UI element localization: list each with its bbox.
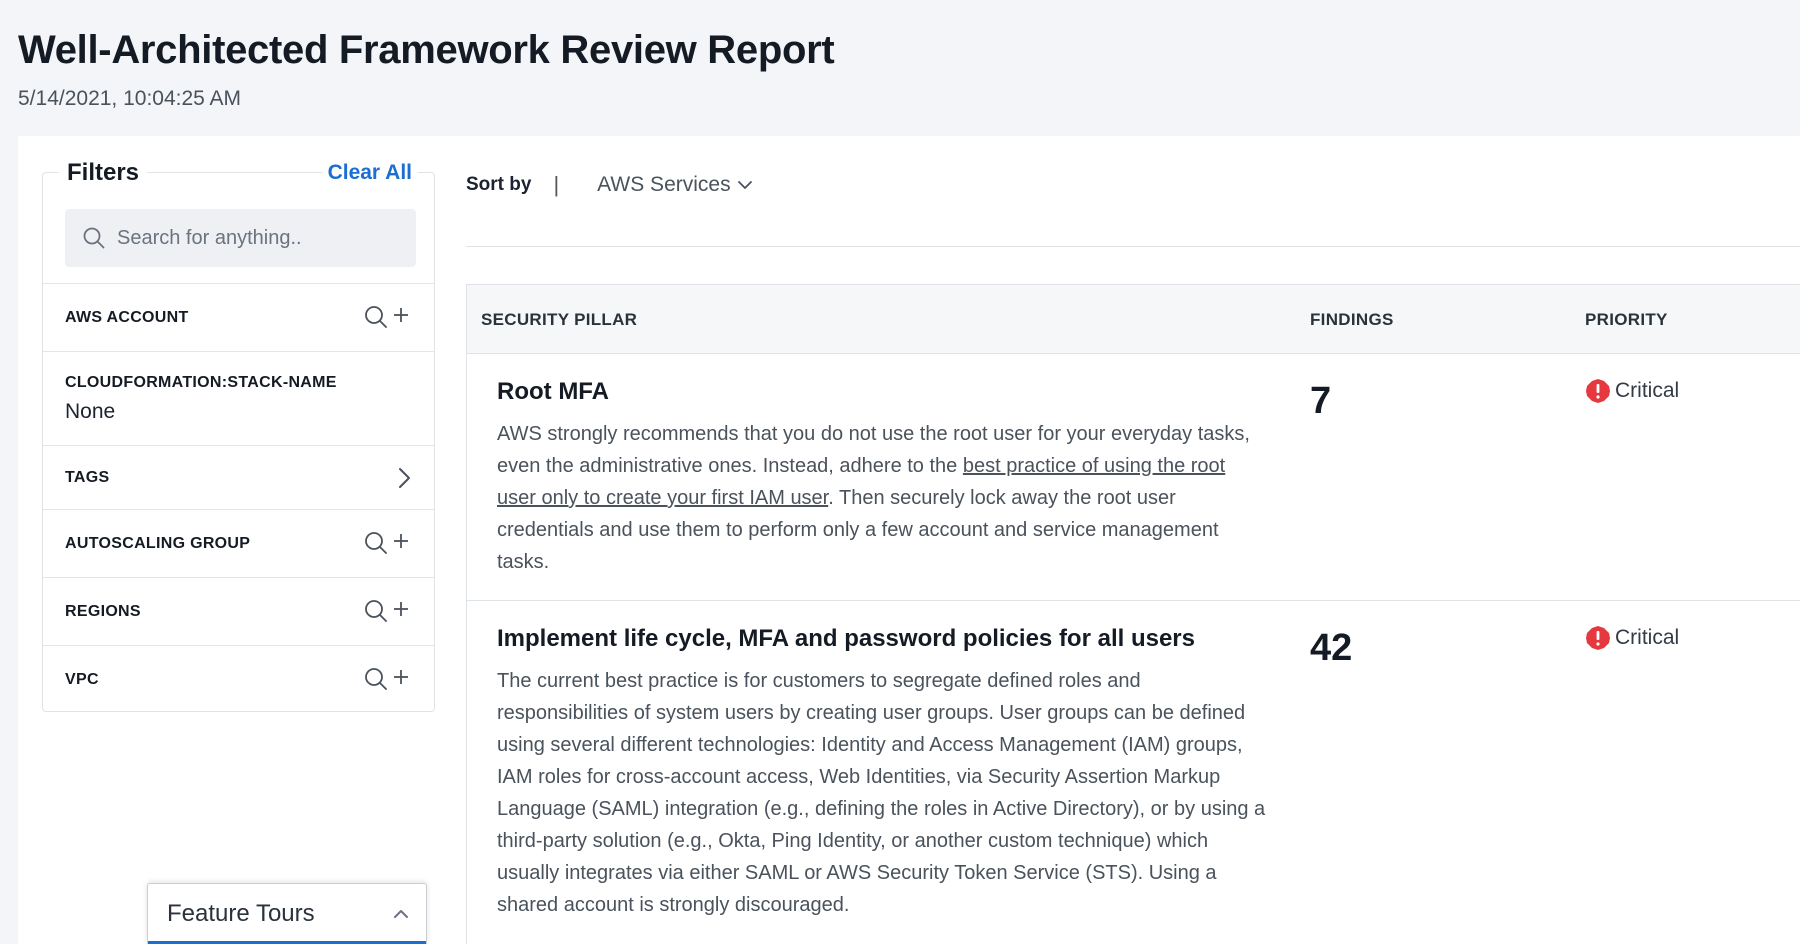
chevron-down-icon <box>737 181 752 189</box>
column-header-security-pillar[interactable]: SECURITY PILLAR <box>481 310 637 330</box>
sort-bar: Sort by | AWS Services <box>466 172 753 198</box>
search-add-icon[interactable] <box>364 667 412 693</box>
row-description: The current best practice is for custome… <box>497 670 1266 916</box>
priority-badge: Critical <box>1585 378 1679 404</box>
critical-alert-icon <box>1586 379 1610 403</box>
search-add-icon[interactable] <box>364 305 412 331</box>
sort-selected-value: AWS Services <box>597 173 731 196</box>
row-title: Implement life cycle, MFA and password p… <box>497 625 1195 652</box>
findings-count: 42 <box>1310 627 1353 669</box>
filter-label: VPC <box>65 670 99 688</box>
report-card: Filters Clear All AWS ACCOUNT <box>18 136 1800 944</box>
filter-regions[interactable]: REGIONS <box>43 577 434 645</box>
pillar-cell: Root MFA AWS strongly recommends that yo… <box>497 378 1267 578</box>
sort-label: Sort by <box>466 174 532 195</box>
filter-list: AWS ACCOUNT CLOUDFORMATION:STACK-NAME No… <box>43 283 434 713</box>
chevron-up-icon[interactable] <box>392 908 410 920</box>
filter-label: CLOUDFORMATION:STACK-NAME <box>65 373 337 391</box>
findings-count: 7 <box>1310 380 1332 422</box>
findings-table: SECURITY PILLAR FINDINGS PRIORITY Root M… <box>466 284 1800 944</box>
filters-title: Filters <box>59 159 148 187</box>
filter-value: None <box>65 399 116 423</box>
feature-tours-widget[interactable]: Feature Tours <box>147 883 427 944</box>
filters-panel: Filters Clear All AWS ACCOUNT <box>42 159 435 713</box>
filter-tags[interactable]: TAGS <box>43 445 434 509</box>
priority-badge: Critical <box>1585 625 1679 651</box>
table-row[interactable]: Root MFA AWS strongly recommends that yo… <box>467 354 1800 601</box>
page-title: Well-Architected Framework Review Report <box>18 28 835 72</box>
column-header-priority[interactable]: PRIORITY <box>1585 310 1668 330</box>
row-title: Root MFA <box>497 378 609 405</box>
sort-dropdown[interactable]: AWS Services <box>597 173 752 197</box>
filter-label: REGIONS <box>65 602 141 620</box>
pillar-cell: Implement life cycle, MFA and password p… <box>497 625 1267 921</box>
filter-cloudformation-stack-name[interactable]: CLOUDFORMATION:STACK-NAME None <box>43 351 434 445</box>
sort-divider <box>466 246 1800 247</box>
sort-separator: | <box>553 172 560 197</box>
critical-alert-icon <box>1586 626 1610 650</box>
search-icon <box>83 227 105 249</box>
filter-search-box[interactable] <box>65 209 416 267</box>
clear-all-link[interactable]: Clear All <box>321 161 418 185</box>
page-header: Well-Architected Framework Review Report… <box>18 28 835 111</box>
filter-aws-account[interactable]: AWS ACCOUNT <box>43 283 434 351</box>
search-add-icon[interactable] <box>364 531 412 557</box>
filter-autoscaling-group[interactable]: AUTOSCALING GROUP <box>43 509 434 577</box>
table-header: SECURITY PILLAR FINDINGS PRIORITY <box>467 285 1800 354</box>
feature-tours-label: Feature Tours <box>167 900 315 927</box>
table-row[interactable]: Implement life cycle, MFA and password p… <box>467 601 1800 944</box>
report-timestamp: 5/14/2021, 10:04:25 AM <box>18 87 242 110</box>
filter-vpc[interactable]: VPC <box>43 645 434 713</box>
chevron-right-icon[interactable] <box>396 466 412 490</box>
row-description: AWS strongly recommends that you do not … <box>497 418 1267 578</box>
filter-search-input[interactable] <box>117 226 397 250</box>
priority-label: Critical <box>1615 379 1680 402</box>
search-add-icon[interactable] <box>364 599 412 625</box>
filter-label: TAGS <box>65 468 110 486</box>
priority-label: Critical <box>1615 626 1680 649</box>
filter-label: AUTOSCALING GROUP <box>65 534 251 552</box>
filter-label: AWS ACCOUNT <box>65 308 189 326</box>
column-header-findings[interactable]: FINDINGS <box>1310 310 1394 330</box>
